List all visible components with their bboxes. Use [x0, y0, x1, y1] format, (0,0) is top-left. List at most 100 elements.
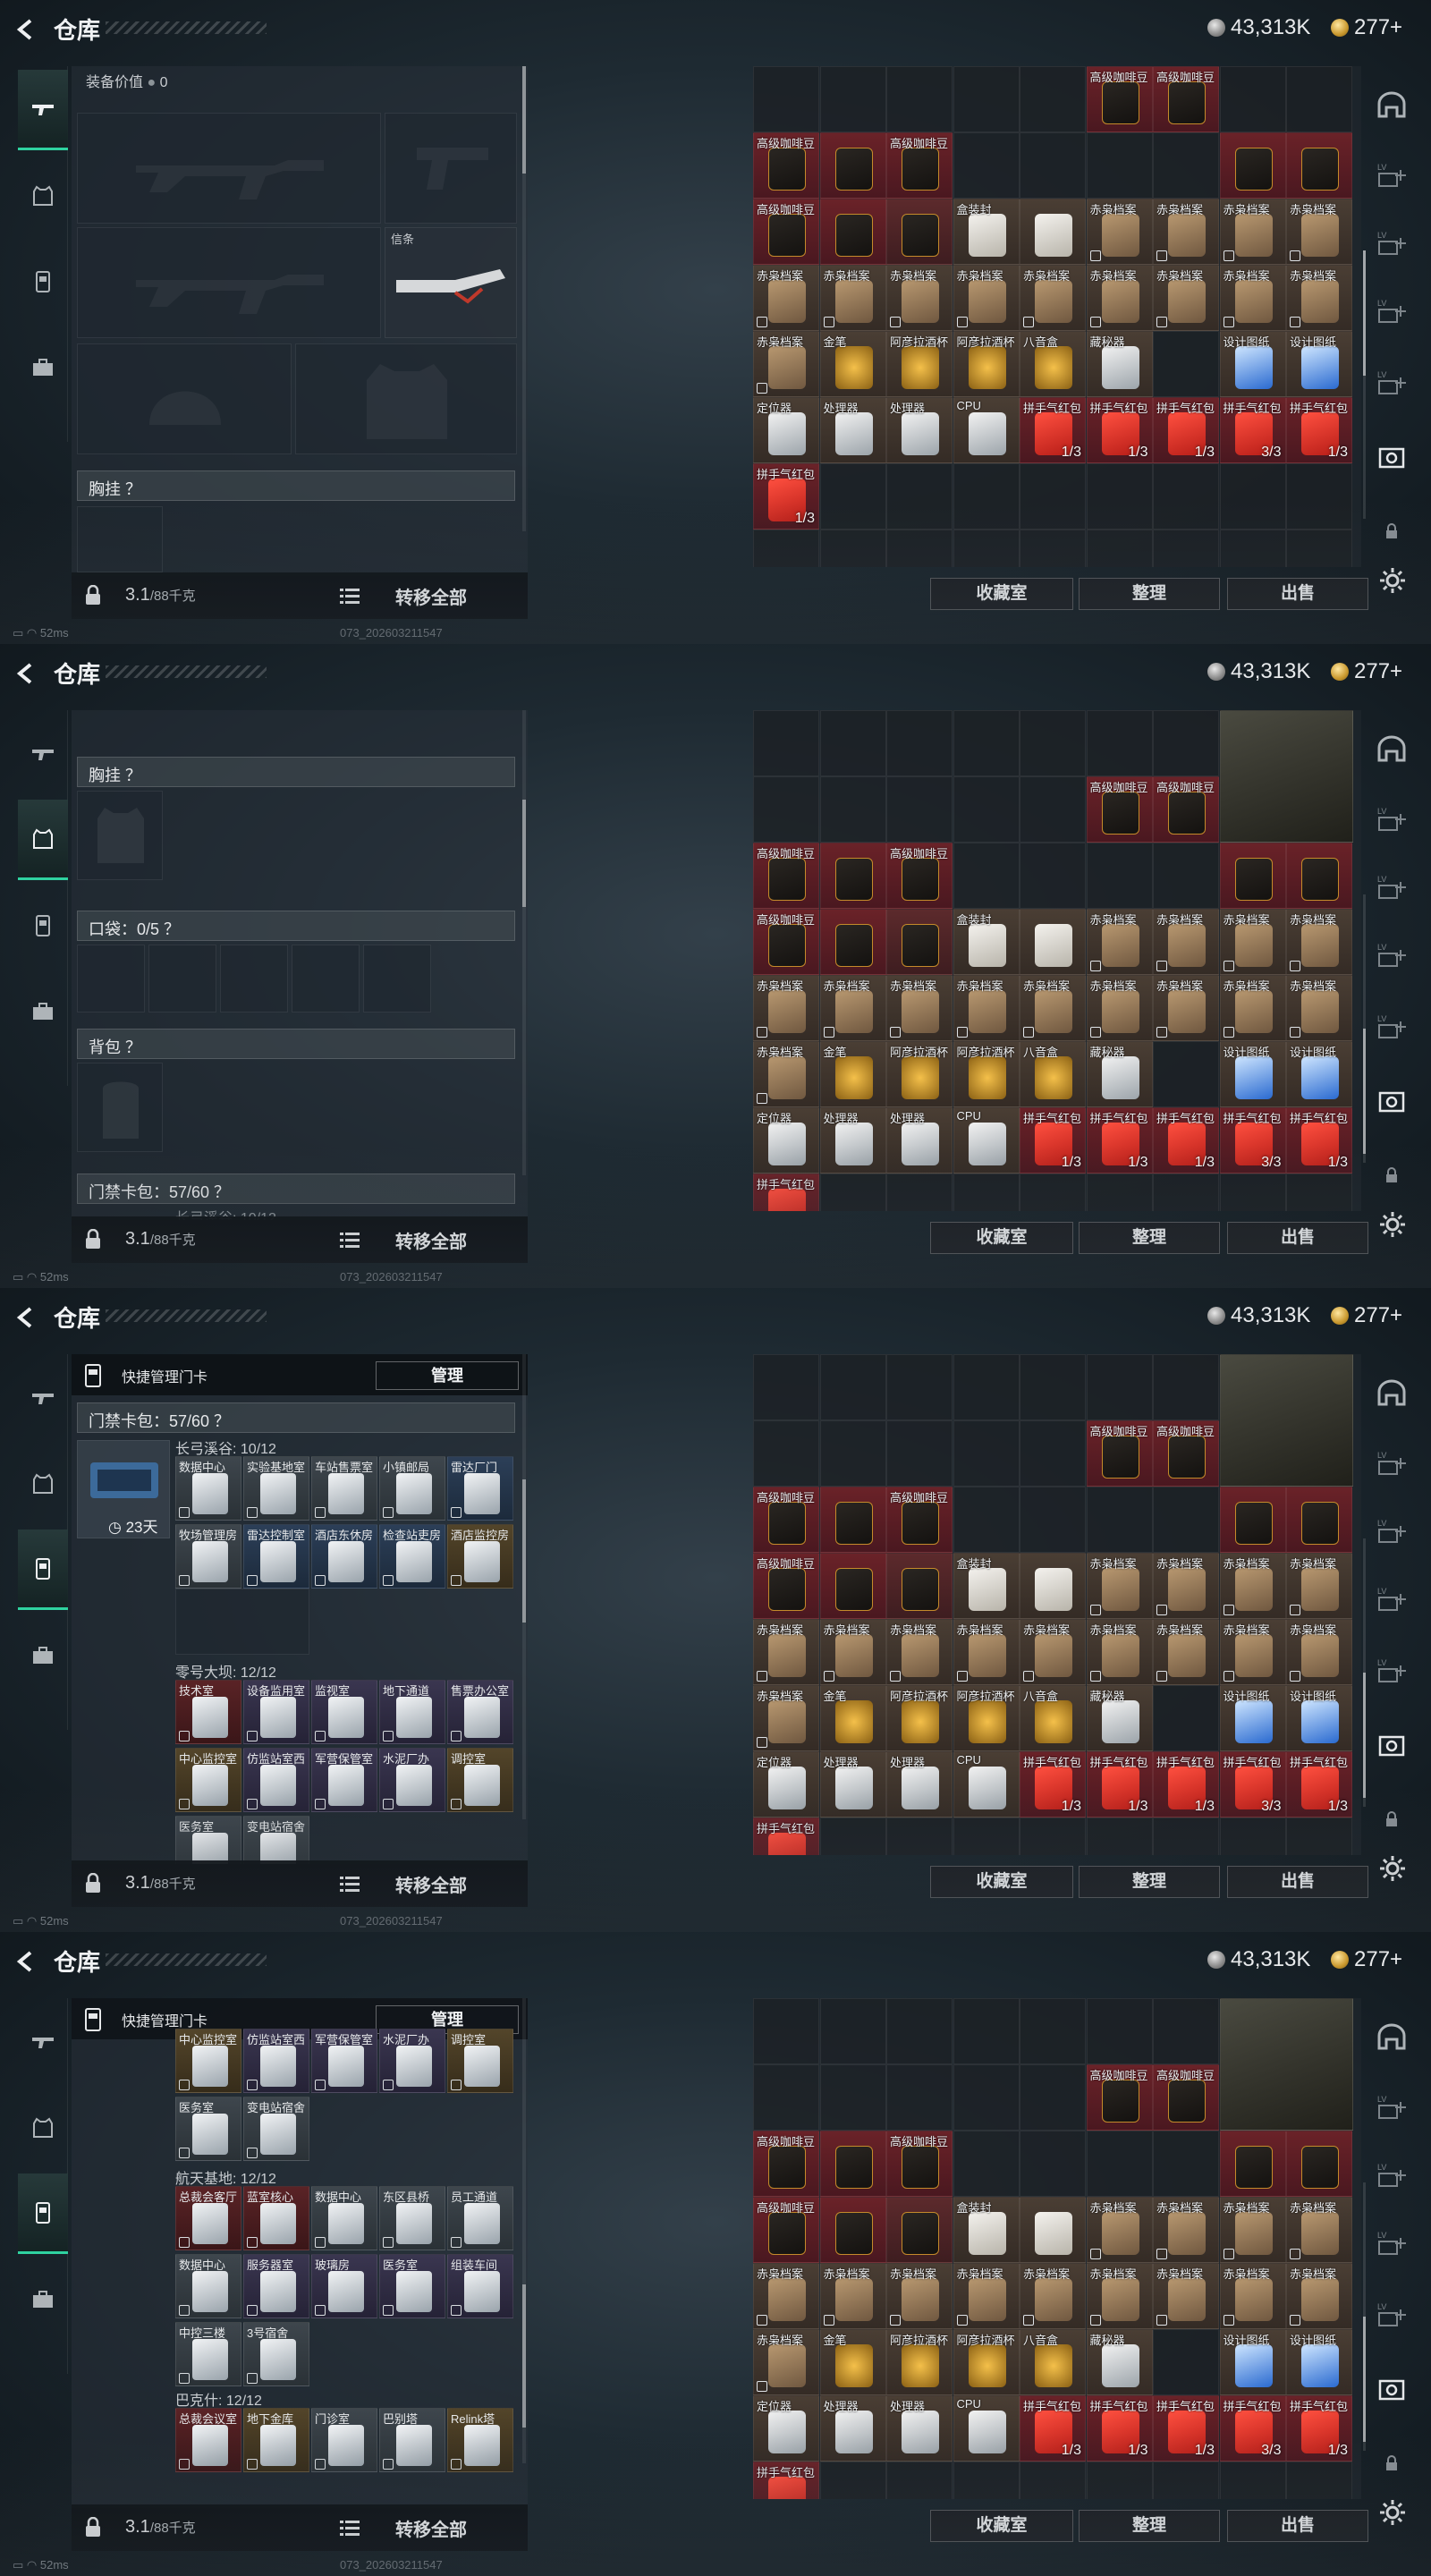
- red-envelope-item[interactable]: 拼手气红包1/3: [1153, 1751, 1219, 1818]
- coffee-item[interactable]: 高级咖啡豆: [1086, 2064, 1153, 2131]
- collection-button[interactable]: 收藏室: [930, 1866, 1073, 1898]
- boxed-coffee-item[interactable]: [1020, 2197, 1086, 2263]
- empty-stash-slot[interactable]: [819, 2064, 886, 2131]
- boxed-coffee-item[interactable]: [1020, 199, 1086, 265]
- level-expand-icon-2[interactable]: LV: [1376, 2159, 1408, 2191]
- chest-rig-header[interactable]: 胸挂 ？: [77, 470, 515, 501]
- tab-firearms[interactable]: [18, 714, 68, 794]
- stash-scrollbar[interactable]: [1363, 1538, 1366, 1807]
- empty-stash-slot[interactable]: [953, 132, 1020, 199]
- empty-stash-slot[interactable]: [819, 1420, 886, 1487]
- blueprint-item[interactable]: 设计图纸: [1286, 1685, 1352, 1751]
- helmet-slot[interactable]: [77, 343, 292, 454]
- empty-stash-slot[interactable]: [819, 710, 886, 776]
- backpack-slot[interactable]: [77, 1063, 163, 1152]
- sell-button[interactable]: 出售: [1227, 578, 1368, 610]
- empty-stash-slot[interactable]: [886, 1998, 953, 2064]
- red-envelope-item[interactable]: 拼手气红包1/3: [1020, 1107, 1086, 1174]
- keycard-item[interactable]: 数据中心: [311, 2186, 377, 2250]
- keycard-item[interactable]: 检查站吏房: [379, 1524, 445, 1589]
- empty-stash-slot[interactable]: [819, 1998, 886, 2064]
- empty-stash-slot[interactable]: [886, 1420, 953, 1487]
- goblet-item[interactable]: 阿彦拉酒杯: [953, 2329, 1020, 2395]
- keycard-item[interactable]: 酒店监控房: [447, 1524, 513, 1589]
- music-box-item[interactable]: 八音盒: [1020, 2329, 1086, 2395]
- tab-briefcase[interactable]: [18, 327, 68, 408]
- blueprint-item[interactable]: 设计图纸: [1286, 2329, 1352, 2395]
- stash-scrollbar[interactable]: [1363, 894, 1366, 1163]
- lock-icon[interactable]: [84, 2517, 102, 2538]
- pheasant-file-item[interactable]: 赤枭档案: [1153, 909, 1219, 975]
- empty-stash-slot[interactable]: [1153, 463, 1219, 530]
- left-scrollbar[interactable]: [522, 710, 526, 1175]
- pheasant-file-item[interactable]: 赤枭档案: [1219, 2197, 1286, 2263]
- red-envelope-item[interactable]: 拼手气红包1/3: [1153, 2395, 1219, 2462]
- pheasant-file-item[interactable]: 赤枭档案: [1153, 2263, 1219, 2329]
- sort-button[interactable]: 整理: [1079, 1222, 1220, 1254]
- gold-pen-item[interactable]: 金笔: [819, 1685, 886, 1751]
- secret-item[interactable]: 藏秘器: [1086, 1685, 1153, 1751]
- empty-stash-slot[interactable]: [1020, 1818, 1086, 1855]
- settings-gear-icon[interactable]: [1377, 1209, 1408, 1240]
- boxed-coffee-item[interactable]: 盒装封: [953, 1553, 1020, 1619]
- empty-stash-slot[interactable]: [1219, 66, 1286, 132]
- sort-button[interactable]: 整理: [1079, 1866, 1220, 1898]
- empty-stash-slot[interactable]: [1020, 1354, 1086, 1420]
- pheasant-file-item[interactable]: 赤枭档案: [886, 975, 953, 1041]
- coffee-item[interactable]: 高级咖啡豆: [753, 843, 819, 909]
- scan-expand-icon[interactable]: [1376, 442, 1408, 474]
- empty-stash-slot[interactable]: [1219, 2462, 1286, 2499]
- coffee-item[interactable]: 高级咖啡豆: [886, 1487, 953, 1553]
- arch-icon[interactable]: [1376, 89, 1408, 122]
- sell-button[interactable]: 出售: [1227, 2510, 1368, 2542]
- pheasant-file-item[interactable]: 赤枭档案: [819, 265, 886, 331]
- lock-icon[interactable]: [84, 585, 102, 606]
- tab-briefcase[interactable]: [18, 2259, 68, 2340]
- empty-stash-slot[interactable]: [1086, 2131, 1153, 2197]
- red-envelope-item[interactable]: 拼手气红包 3/3: [1219, 1107, 1286, 1174]
- red-envelope-item[interactable]: 拼手气红包1/3: [753, 1818, 819, 1855]
- empty-stash-slot[interactable]: [1086, 463, 1153, 530]
- gold-pen-item[interactable]: 金笔: [819, 1041, 886, 1107]
- pheasant-file-item[interactable]: 赤枭档案: [1086, 1553, 1153, 1619]
- empty-stash-slot[interactable]: [1086, 1354, 1153, 1420]
- coffee-item[interactable]: [819, 199, 886, 265]
- pheasant-file-item[interactable]: 赤枭档案: [819, 975, 886, 1041]
- empty-stash-slot[interactable]: [1020, 1174, 1086, 1211]
- processor-item[interactable]: 处理器: [819, 2395, 886, 2462]
- red-envelope-item[interactable]: 拼手气红包1/3: [753, 463, 819, 530]
- pheasant-file-item[interactable]: 赤枭档案: [1020, 265, 1086, 331]
- red-envelope-item[interactable]: 拼手气红包1/3: [753, 1174, 819, 1211]
- pheasant-file-item[interactable]: 赤枭档案: [1219, 1553, 1286, 1619]
- pheasant-file-item[interactable]: 赤枭档案: [1020, 2263, 1086, 2329]
- empty-stash-slot[interactable]: [819, 1354, 886, 1420]
- goblet-item[interactable]: 阿彦拉酒杯: [953, 1041, 1020, 1107]
- empty-stash-slot[interactable]: [753, 530, 819, 567]
- level-expand-icon-2[interactable]: LV: [1376, 871, 1408, 903]
- empty-stash-slot[interactable]: [1153, 2462, 1219, 2499]
- keycard-item[interactable]: 车站售票室: [311, 1456, 377, 1521]
- back-icon[interactable]: [13, 16, 39, 43]
- boxed-coffee-item[interactable]: [1020, 909, 1086, 975]
- keycard-item[interactable]: 3号宿舍: [243, 2322, 309, 2386]
- scan-expand-icon[interactable]: [1376, 2374, 1408, 2406]
- processor-item[interactable]: 处理器: [886, 1107, 953, 1174]
- coffee-item[interactable]: 高级咖啡豆: [753, 132, 819, 199]
- chest-rig-slot[interactable]: [77, 506, 163, 572]
- pheasant-file-item[interactable]: 赤枭档案: [953, 265, 1020, 331]
- empty-stash-slot[interactable]: [819, 2462, 886, 2499]
- secret-item[interactable]: 藏秘器: [1086, 1041, 1153, 1107]
- coffee-item[interactable]: [819, 2131, 886, 2197]
- goblet-item[interactable]: 阿彦拉酒杯: [886, 331, 953, 397]
- blueprint-item[interactable]: 设计图纸: [1286, 1041, 1352, 1107]
- body-armor-slot[interactable]: [295, 343, 517, 454]
- keycard-item[interactable]: 数据中心: [175, 1456, 241, 1521]
- pheasant-file-item[interactable]: 赤枭档案: [1286, 1553, 1352, 1619]
- tab-armor[interactable]: [18, 800, 68, 880]
- empty-stash-slot[interactable]: [1020, 66, 1086, 132]
- coffee-item[interactable]: 高级咖啡豆: [886, 2131, 953, 2197]
- red-envelope-item[interactable]: 拼手气红包1/3: [1086, 2395, 1153, 2462]
- level-expand-icon-3[interactable]: LV: [1376, 295, 1408, 327]
- scan-expand-icon[interactable]: [1376, 1086, 1408, 1118]
- keycard-item[interactable]: 巴别塔: [379, 2408, 445, 2472]
